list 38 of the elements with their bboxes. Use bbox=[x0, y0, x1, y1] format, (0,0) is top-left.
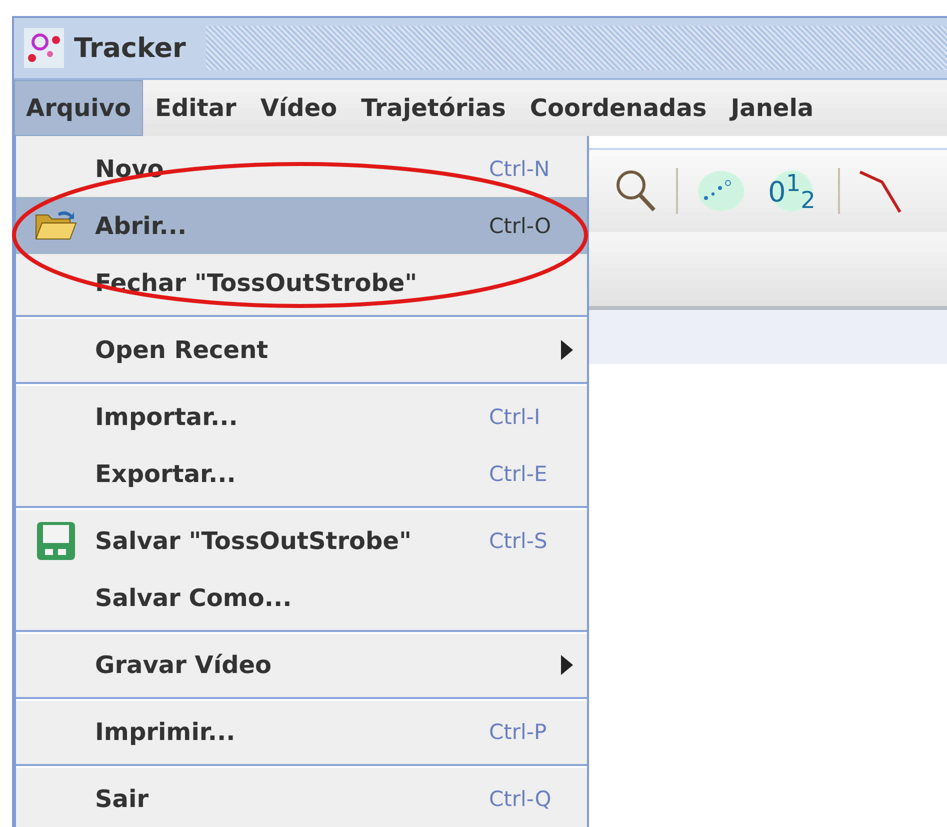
shortcut-text: Ctrl-I bbox=[489, 404, 542, 428]
menu-title[interactable]: Arquivo bbox=[14, 80, 144, 136]
menu-item-label: Imprimir... bbox=[95, 718, 236, 746]
menu-item-label: Abrir... bbox=[95, 212, 188, 240]
shortcut-text: Ctrl-P bbox=[489, 720, 548, 744]
app-logo-icon bbox=[24, 28, 64, 68]
folder-icon bbox=[34, 208, 78, 242]
shortcut-text: Ctrl-S bbox=[489, 528, 548, 552]
submenu-arrow-icon bbox=[561, 340, 573, 360]
menu-item[interactable]: Importar... Ctrl-I bbox=[16, 388, 587, 445]
menu-title[interactable]: Trajetórias bbox=[349, 80, 518, 136]
menu-item[interactable]: Abrir... Ctrl-O bbox=[16, 197, 587, 254]
window-title: Tracker bbox=[74, 32, 186, 64]
menu-item-label: Salvar "TossOutStrobe" bbox=[95, 526, 412, 554]
menu-title[interactable]: Janela bbox=[718, 80, 826, 136]
menu-item[interactable]: Sair Ctrl-Q bbox=[16, 770, 587, 827]
shortcut-text: Ctrl-Q bbox=[489, 786, 552, 810]
points-icon[interactable] bbox=[696, 168, 746, 214]
menu-item[interactable]: Imprimir... Ctrl-P bbox=[16, 703, 587, 760]
menu-item-label: Salvar Como... bbox=[95, 584, 293, 612]
menu-item-label: Gravar Vídeo bbox=[95, 650, 273, 678]
shortcut-text: Ctrl-E bbox=[489, 462, 548, 486]
menu-item[interactable]: Gravar Vídeo bbox=[16, 636, 587, 693]
menu-item[interactable]: Exportar... Ctrl-E bbox=[16, 445, 587, 502]
menu-item-label: Exportar... bbox=[95, 460, 237, 488]
menu-item[interactable]: Open Recent bbox=[16, 321, 587, 378]
menu-item[interactable]: Salvar Como... bbox=[16, 569, 587, 626]
menu-item[interactable]: Salvar "TossOutStrobe" Ctrl-S bbox=[16, 512, 587, 569]
menu-item-label: Importar... bbox=[95, 402, 239, 430]
menu-title[interactable]: Vídeo bbox=[248, 80, 350, 136]
search-icon[interactable] bbox=[614, 168, 658, 214]
menu-title[interactable]: Editar bbox=[143, 80, 248, 136]
shortcut-text: Ctrl-N bbox=[489, 156, 551, 180]
menu-item-label: Sair bbox=[95, 784, 150, 812]
menu-title[interactable]: Coordenadas bbox=[518, 80, 719, 136]
menu-item-label: Open Recent bbox=[95, 336, 270, 364]
submenu-arrow-icon bbox=[561, 654, 573, 674]
shortcut-text: Ctrl-O bbox=[489, 214, 552, 238]
